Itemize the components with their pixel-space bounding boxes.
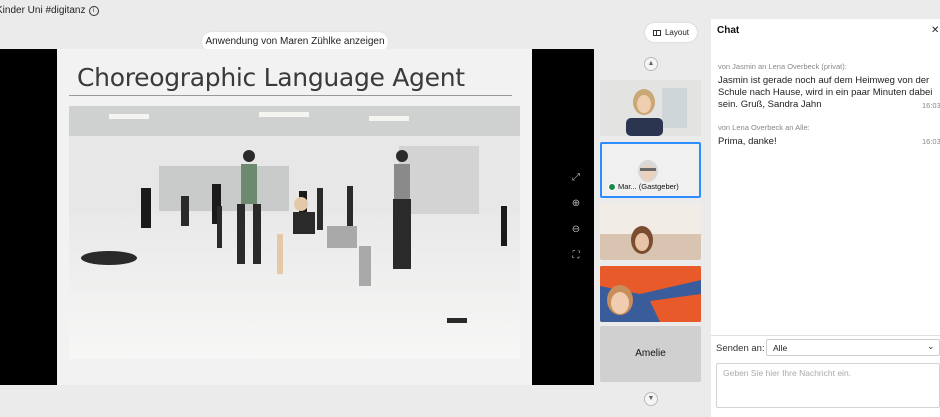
dance-studio-video-frame <box>69 106 520 359</box>
participant-tile[interactable] <box>600 204 701 260</box>
chat-message-input[interactable]: Geben Sie hier Ihre Nachricht ein. <box>716 363 940 408</box>
layout-button[interactable]: Layout <box>645 23 697 42</box>
scroll-down-icon[interactable]: ▼ <box>644 392 658 406</box>
participant-name: Amelie <box>635 348 666 359</box>
chat-message-sender: von Lena Overbeck an Alle: <box>718 123 810 132</box>
info-icon[interactable]: i <box>88 5 99 16</box>
participant-role: (Gastgeber) <box>638 182 679 191</box>
chat-message-time: 16:03 <box>922 101 940 110</box>
participant-video <box>600 204 701 260</box>
participant-tile[interactable] <box>600 266 701 322</box>
stage-letterbox-left <box>0 49 57 385</box>
chat-message-text: Jasmin ist gerade noch auf dem Heimweg v… <box>718 75 933 110</box>
share-banner-prefix: Anwendung von <box>205 36 278 47</box>
host-status-icon <box>608 182 616 191</box>
fit-screen-icon[interactable]: ⛶ <box>569 249 583 263</box>
slide-title: Choreographic Language Agent <box>77 63 465 92</box>
share-banner-suffix: anzeigen <box>343 36 385 47</box>
share-banner-presenter: Maren Zühlke <box>280 36 342 47</box>
scroll-up-icon[interactable]: ▲ <box>644 57 658 71</box>
participant-video <box>600 80 701 136</box>
chat-title: Chat <box>717 25 740 36</box>
chat-message: von Lena Overbeck an Alle: Prima, danke! <box>718 123 940 148</box>
layout-icon <box>652 29 661 36</box>
meeting-title: Kinder Uni #digitanz i <box>0 5 99 16</box>
send-to-label: Senden an: <box>716 343 765 354</box>
chat-message-time: 16:03 <box>922 137 940 146</box>
chat-divider <box>711 335 940 336</box>
participant-name: Mar... <box>618 182 637 191</box>
participant-video <box>600 266 701 322</box>
participant-name-label: Mar... (Gastgeber) <box>608 182 679 191</box>
stage-letterbox-right <box>532 49 594 385</box>
participant-tile[interactable]: Mar... (Gastgeber) <box>600 142 701 198</box>
chevron-down-icon[interactable]: ⌄ <box>927 341 935 352</box>
zoom-in-icon[interactable]: ⊕ <box>569 197 583 211</box>
meeting-title-text: Kinder Uni #digitanz <box>0 5 86 16</box>
send-to-select[interactable]: Alle <box>766 339 940 356</box>
chat-message-sender: von Jasmin an Lena Overbeck (privat): <box>718 62 847 71</box>
slide-divider <box>69 95 512 96</box>
shared-video <box>69 106 520 359</box>
layout-button-label: Layout <box>664 28 690 37</box>
expand-icon[interactable]: ⤢ <box>569 171 583 185</box>
chat-message-text: Prima, danke! <box>718 136 777 147</box>
zoom-out-icon[interactable]: ⊖ <box>569 223 583 237</box>
chat-message: von Jasmin an Lena Overbeck (privat): Ja… <box>718 62 940 111</box>
close-icon[interactable]: ✕ <box>931 25 939 36</box>
participant-tile[interactable] <box>600 80 701 136</box>
participant-tile[interactable]: Amelie <box>600 326 701 382</box>
